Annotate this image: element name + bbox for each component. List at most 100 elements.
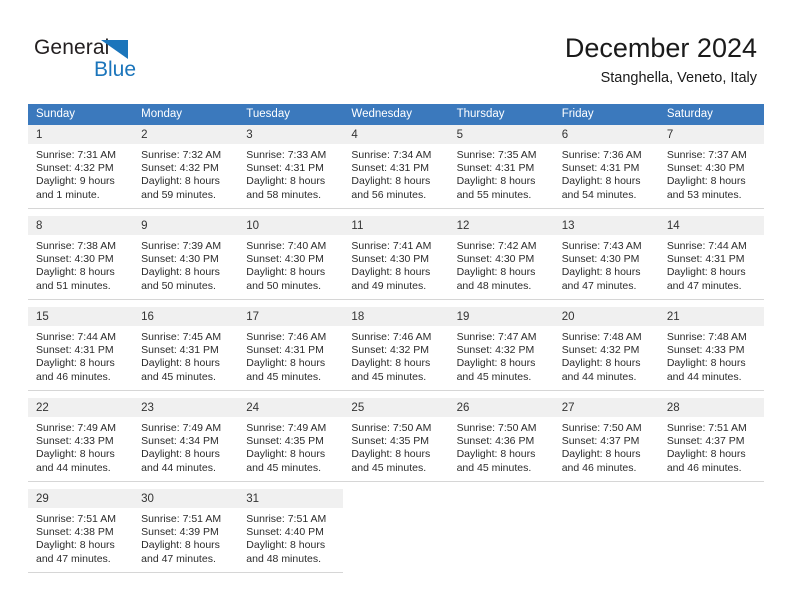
day-number: 5: [448, 125, 554, 144]
calendar-day-cell[interactable]: 25 Sunrise: 7:50 AM Sunset: 4:35 PM Dayligh…: [343, 398, 449, 482]
calendar-day-cell[interactable]: 5 Sunrise: 7:35 AM Sunset: 4:31 PM Daylight…: [448, 125, 554, 209]
sunrise-time: Sunrise: 7:51 AM: [666, 422, 747, 434]
sunrise-time: Sunrise: 7:45 AM: [141, 331, 222, 343]
sunset-time: Sunset: 4:30 PM: [456, 253, 535, 266]
day-sun-info: [659, 508, 764, 513]
day-number: [343, 489, 448, 508]
day-cell-body: 2 Sunrise: 7:32 AM Sunset: 4:32 PM Daylight…: [133, 125, 239, 209]
daylight-duration-line2: and 46 minutes.: [561, 461, 637, 474]
day-cell-body: 31 Sunrise: 7:51 AM Sunset: 4:40 PM Dayligh…: [238, 489, 344, 573]
calendar-day-cell[interactable]: 31 Sunrise: 7:51 AM Sunset: 4:40 PM Dayligh…: [238, 489, 344, 573]
day-cell-body: 8 Sunrise: 7:38 AM Sunset: 4:30 PM Daylight…: [28, 216, 134, 300]
daylight-duration-line1: Daylight: 8 hours: [141, 266, 220, 279]
sunrise-time: Sunrise: 7:50 AM: [561, 422, 642, 434]
week-spacer-row: [28, 391, 764, 398]
daylight-duration-line2: and 44 minutes.: [141, 461, 216, 474]
daylight-duration-line2: and 59 minutes.: [141, 188, 216, 201]
calendar-day-cell[interactable]: 14 Sunrise: 7:44 AM Sunset: 4:31 PM Dayligh…: [658, 216, 764, 300]
weekday-header-saturday: Saturday: [658, 104, 764, 125]
day-cell-body: 3 Sunrise: 7:33 AM Sunset: 4:31 PM Daylight…: [238, 125, 344, 209]
sunset-time: Sunset: 4:32 PM: [456, 344, 535, 357]
daylight-duration-line2: and 47 minutes.: [141, 552, 216, 565]
sunrise-time: Sunrise: 7:43 AM: [561, 240, 642, 252]
sunrise-time: Sunrise: 7:51 AM: [141, 513, 222, 525]
day-cell-body: [343, 489, 448, 573]
daylight-duration-line1: Daylight: 8 hours: [456, 448, 536, 461]
calendar-day-cell[interactable]: 18 Sunrise: 7:46 AM Sunset: 4:32 PM Dayligh…: [343, 307, 449, 391]
daylight-duration-line1: Daylight: 8 hours: [561, 266, 641, 279]
day-number: 4: [343, 125, 449, 144]
day-number: 30: [133, 489, 239, 508]
sunset-time: Sunset: 4:33 PM: [36, 435, 114, 448]
day-cell-body: 9 Sunrise: 7:39 AM Sunset: 4:30 PM Daylight…: [133, 216, 239, 300]
calendar-day-cell[interactable]: 28 Sunrise: 7:51 AM Sunset: 4:37 PM Dayligh…: [658, 398, 764, 482]
day-cell-body: 12 Sunrise: 7:42 AM Sunset: 4:30 PM Dayligh…: [448, 216, 554, 300]
sunset-time: Sunset: 4:39 PM: [141, 526, 219, 539]
calendar-page: General Blue December 2024 Stanghella, V…: [0, 0, 792, 612]
calendar-day-cell[interactable]: 12 Sunrise: 7:42 AM Sunset: 4:30 PM Dayligh…: [448, 216, 554, 300]
calendar-day-cell[interactable]: 10 Sunrise: 7:40 AM Sunset: 4:30 PM Dayligh…: [238, 216, 344, 300]
calendar-day-cell[interactable]: 2 Sunrise: 7:32 AM Sunset: 4:32 PM Daylight…: [133, 125, 239, 209]
day-sun-info: Sunrise: 7:51 AM Sunset: 4:39 PM Daylight:…: [133, 508, 238, 566]
calendar-day-cell[interactable]: 8 Sunrise: 7:38 AM Sunset: 4:30 PM Daylight…: [28, 216, 134, 300]
calendar-day-cell[interactable]: 27 Sunrise: 7:50 AM Sunset: 4:37 PM Dayligh…: [553, 398, 659, 482]
sunrise-time: Sunrise: 7:49 AM: [36, 422, 116, 434]
sunset-time: Sunset: 4:31 PM: [36, 344, 114, 357]
sunrise-time: Sunrise: 7:46 AM: [351, 331, 432, 343]
daylight-duration-line2: and 54 minutes.: [561, 188, 637, 201]
day-cell-body: 17 Sunrise: 7:46 AM Sunset: 4:31 PM Dayligh…: [238, 307, 344, 391]
calendar-day-cell[interactable]: 13 Sunrise: 7:43 AM Sunset: 4:30 PM Dayligh…: [553, 216, 659, 300]
calendar-day-cell[interactable]: 9 Sunrise: 7:39 AM Sunset: 4:30 PM Daylight…: [133, 216, 239, 300]
calendar-day-cell[interactable]: 19 Sunrise: 7:47 AM Sunset: 4:32 PM Dayligh…: [448, 307, 554, 391]
sunset-time: Sunset: 4:31 PM: [561, 162, 640, 175]
title-block: December 2024 Stanghella, Veneto, Italy: [565, 32, 757, 88]
calendar-day-cell[interactable]: 16 Sunrise: 7:45 AM Sunset: 4:31 PM Dayligh…: [133, 307, 239, 391]
weekday-header-wednesday: Wednesday: [343, 104, 449, 125]
day-sun-info: Sunrise: 7:36 AM Sunset: 4:31 PM Daylight:…: [554, 144, 659, 202]
sunrise-time: Sunrise: 7:50 AM: [456, 422, 537, 434]
day-cell-body: 1 Sunrise: 7:31 AM Sunset: 4:32 PM Daylight…: [28, 125, 134, 209]
sunrise-time: Sunrise: 7:48 AM: [666, 331, 747, 343]
day-sun-info: Sunrise: 7:31 AM Sunset: 4:32 PM Daylight:…: [28, 144, 133, 202]
daylight-duration-line2: and 45 minutes.: [456, 370, 532, 383]
calendar-day-cell[interactable]: 3 Sunrise: 7:33 AM Sunset: 4:31 PM Daylight…: [238, 125, 344, 209]
day-sun-info: Sunrise: 7:38 AM Sunset: 4:30 PM Daylight:…: [28, 235, 133, 293]
week-spacer-cell: [28, 482, 764, 489]
calendar-day-cell[interactable]: 6 Sunrise: 7:36 AM Sunset: 4:31 PM Daylight…: [553, 125, 659, 209]
daylight-duration-line1: Daylight: 8 hours: [351, 448, 431, 461]
daylight-duration-line2: and 44 minutes.: [36, 461, 111, 474]
calendar-day-cell[interactable]: 22 Sunrise: 7:49 AM Sunset: 4:33 PM Dayligh…: [28, 398, 134, 482]
day-sun-info: Sunrise: 7:40 AM Sunset: 4:30 PM Daylight:…: [238, 235, 343, 293]
sunset-time: Sunset: 4:38 PM: [36, 526, 114, 539]
calendar-day-cell[interactable]: 30 Sunrise: 7:51 AM Sunset: 4:39 PM Dayligh…: [133, 489, 239, 573]
general-blue-logo[interactable]: General Blue: [34, 36, 164, 84]
calendar-day-cell[interactable]: 20 Sunrise: 7:48 AM Sunset: 4:32 PM Dayligh…: [553, 307, 659, 391]
sunset-time: Sunset: 4:31 PM: [141, 344, 219, 357]
calendar-day-cell[interactable]: 7 Sunrise: 7:37 AM Sunset: 4:30 PM Daylight…: [658, 125, 764, 209]
calendar-day-cell[interactable]: 17 Sunrise: 7:46 AM Sunset: 4:31 PM Dayligh…: [238, 307, 344, 391]
day-sun-info: Sunrise: 7:49 AM Sunset: 4:35 PM Daylight:…: [238, 417, 343, 475]
calendar-day-cell[interactable]: 23 Sunrise: 7:49 AM Sunset: 4:34 PM Dayligh…: [133, 398, 239, 482]
day-cell-body: 6 Sunrise: 7:36 AM Sunset: 4:31 PM Daylight…: [553, 125, 659, 209]
daylight-duration-line2: and 56 minutes.: [351, 188, 427, 201]
calendar-day-cell[interactable]: 15 Sunrise: 7:44 AM Sunset: 4:31 PM Dayligh…: [28, 307, 134, 391]
sunset-time: Sunset: 4:30 PM: [666, 162, 745, 175]
day-sun-info: Sunrise: 7:48 AM Sunset: 4:33 PM Daylight:…: [659, 326, 764, 384]
day-sun-info: Sunrise: 7:50 AM Sunset: 4:37 PM Daylight:…: [554, 417, 659, 475]
daylight-duration-line2: and 50 minutes.: [246, 279, 321, 292]
sunset-time: Sunset: 4:32 PM: [561, 344, 640, 357]
sunset-time: Sunset: 4:32 PM: [351, 344, 430, 357]
calendar-day-cell[interactable]: 1 Sunrise: 7:31 AM Sunset: 4:32 PM Daylight…: [28, 125, 134, 209]
page-header: General Blue December 2024 Stanghella, V…: [0, 0, 792, 100]
calendar-day-cell[interactable]: 4 Sunrise: 7:34 AM Sunset: 4:31 PM Daylight…: [343, 125, 449, 209]
calendar-day-cell[interactable]: 21 Sunrise: 7:48 AM Sunset: 4:33 PM Dayligh…: [658, 307, 764, 391]
daylight-duration-line2: and 47 minutes.: [561, 279, 637, 292]
calendar-day-cell[interactable]: 26 Sunrise: 7:50 AM Sunset: 4:36 PM Dayligh…: [448, 398, 554, 482]
calendar-day-cell[interactable]: 11 Sunrise: 7:41 AM Sunset: 4:30 PM Dayligh…: [343, 216, 449, 300]
calendar-day-cell[interactable]: 29 Sunrise: 7:51 AM Sunset: 4:38 PM Dayligh…: [28, 489, 134, 573]
sunset-time: Sunset: 4:30 PM: [36, 253, 114, 266]
day-number: 24: [238, 398, 344, 417]
sunrise-time: Sunrise: 7:42 AM: [456, 240, 537, 252]
calendar-day-cell[interactable]: 24 Sunrise: 7:49 AM Sunset: 4:35 PM Dayligh…: [238, 398, 344, 482]
sunrise-time: Sunrise: 7:47 AM: [456, 331, 537, 343]
